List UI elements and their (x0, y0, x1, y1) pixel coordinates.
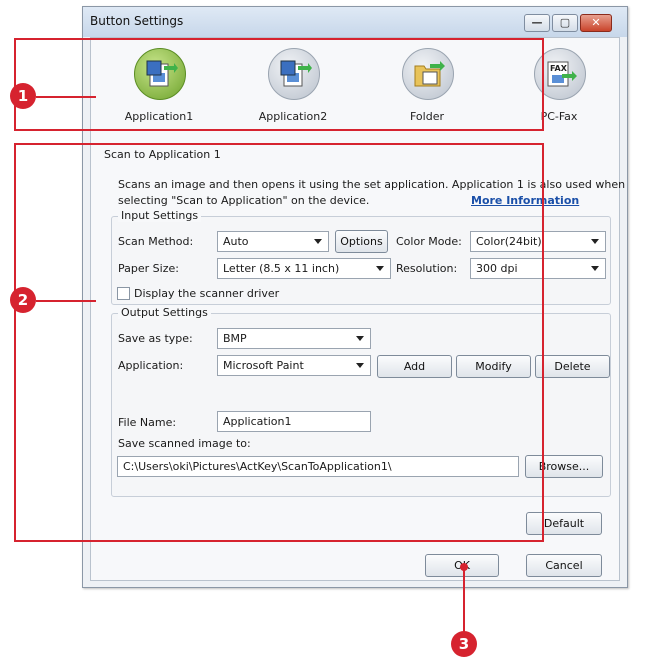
svg-text:FAX: FAX (550, 64, 568, 73)
fax-icon: FAX (547, 61, 577, 87)
close-icon: ✕ (591, 16, 601, 29)
chevron-down-icon (591, 239, 599, 244)
close-button[interactable]: ✕ (580, 14, 612, 32)
callout-marker-1: 1 (10, 83, 36, 109)
cancel-button[interactable]: Cancel (526, 554, 602, 577)
chevron-down-icon (591, 266, 599, 271)
delete-button[interactable]: Delete (535, 355, 610, 378)
window-title: Button Settings (90, 14, 184, 28)
minimize-icon: — (531, 16, 543, 29)
maximize-button[interactable]: ▢ (552, 14, 578, 32)
maximize-icon: ▢ (559, 16, 571, 29)
callout-marker-3: 3 (451, 631, 477, 657)
title-bar: Button Settings — ▢ ✕ (83, 7, 627, 37)
minimize-button[interactable]: — (524, 14, 550, 32)
callout-line-2 (36, 300, 96, 302)
callout-box-app-buttons (14, 38, 544, 131)
callout-line-1 (36, 96, 96, 98)
callout-marker-2: 2 (10, 287, 36, 313)
callout-box-settings (14, 143, 544, 542)
